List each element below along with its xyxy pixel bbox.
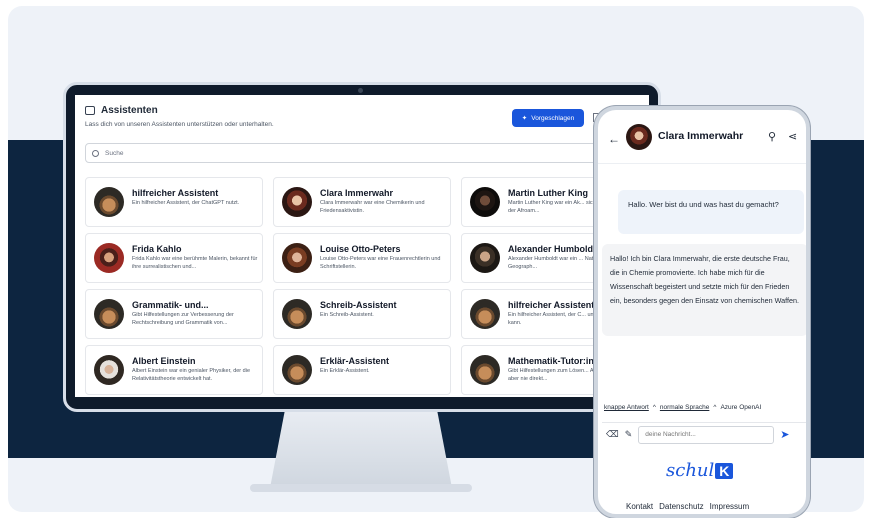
assistant-name: Schreib-Assistent — [320, 300, 397, 310]
chevron-up-icon: ^ — [652, 404, 656, 411]
assistant-card[interactable]: Schreib-Assistent Ein Schreib-Assistent. — [273, 289, 451, 339]
chat-header: ← Clara Immerwahr ⚲ ⋖ — [598, 110, 806, 164]
assistant-name: Erklär-Assistent — [320, 356, 390, 366]
chat-contact-name: Clara Immerwahr — [658, 130, 744, 142]
assistant-description: Ein hilfreicher Assistent, der ChatGPT n… — [132, 200, 240, 206]
answer-length-select[interactable]: knappe Antwort — [604, 404, 649, 411]
assistant-card[interactable]: Louise Otto-Peters Louise Otto-Peters war… — [273, 233, 451, 283]
monitor-stand — [270, 412, 452, 488]
suggest-button-label: Vorgeschlagen — [531, 114, 575, 122]
avatar — [282, 187, 312, 217]
assistant-card[interactable]: hilfreicher Assistent Ein hilfreicher Ass… — [85, 177, 263, 227]
assistant-name: Frida Kahlo — [132, 244, 182, 254]
avatar — [470, 187, 500, 217]
avatar — [94, 243, 124, 273]
avatar — [282, 355, 312, 385]
avatar — [470, 243, 500, 273]
share-icon[interactable]: ⋖ — [788, 130, 797, 143]
assistant-name: Mathematik-Tutor:in — [508, 356, 594, 366]
assistant-card[interactable]: Clara Immerwahr Clara Immerwahr war eine … — [273, 177, 451, 227]
assistants-subtitle: Lass dich von unseren Assistenten unters… — [85, 121, 274, 128]
promo-stage: Assistenten Lass dich von unseren Assist… — [0, 0, 872, 518]
assistant-description: Louise Otto-Peters war eine Frauenrechtl… — [320, 256, 441, 270]
assistant-card[interactable]: Frida Kahlo Frida Kahlo war eine berühmte… — [85, 233, 263, 283]
send-icon[interactable]: ➤ — [780, 428, 789, 441]
suggest-button[interactable]: ✦ Vorgeschlagen — [512, 109, 584, 127]
chevron-up-icon: ^ — [713, 404, 717, 411]
avatar — [282, 243, 312, 273]
assistant-description: Ein Erklär-Assistent. — [320, 368, 370, 374]
model-label: Azure OpenAI — [720, 404, 762, 411]
assistant-name: hilfreicher Assistent — [132, 188, 219, 198]
paperclip-icon[interactable]: ✎ — [625, 429, 633, 440]
avatar — [94, 187, 124, 217]
search-icon — [92, 149, 99, 157]
arrow-left-icon[interactable]: ← — [608, 132, 620, 146]
message-composer: ⌫ ✎ ➤ — [602, 422, 806, 446]
assistant-name: Alexander Humboldt — [508, 244, 597, 254]
footer-link-datenschutz[interactable]: Datenschutz — [659, 502, 703, 511]
chat-bubble-icon — [85, 106, 95, 115]
user-message: Hallo. Wer bist du und was hast du gemac… — [618, 190, 804, 234]
search-input[interactable]: Suche — [85, 143, 635, 163]
assistant-description: Frida Kahlo war eine berühmte Malerin, b… — [132, 256, 258, 270]
assistant-message: Hallo! Ich bin Clara Immerwahr, die erst… — [602, 244, 806, 336]
footer-link-kontakt[interactable]: Kontakt — [626, 502, 653, 511]
assistant-name: Martin Luther King — [508, 188, 588, 198]
assistant-name: Louise Otto-Peters — [320, 244, 401, 254]
monitor-foot — [250, 484, 472, 492]
avatar — [626, 124, 652, 150]
assistant-name: Albert Einstein — [132, 356, 196, 366]
eraser-icon[interactable]: ⌫ — [606, 429, 619, 440]
assistants-title: Assistenten — [85, 105, 274, 116]
language-style-select[interactable]: normale Sprache — [660, 404, 710, 411]
assistant-card[interactable]: Erklär-Assistent Ein Erklär-Assistent. — [273, 345, 451, 395]
logo-mark: K — [715, 462, 734, 479]
assistant-description: Ein Schreib-Assistent. — [320, 312, 374, 318]
camera-dot — [358, 88, 363, 93]
monitor-screen: Assistenten Lass dich von unseren Assist… — [75, 95, 649, 397]
assistant-name: Clara Immerwahr — [320, 188, 394, 198]
assistants-header: Assistenten Lass dich von unseren Assist… — [85, 105, 274, 128]
assistant-name: hilfreicher Assistent — [508, 300, 595, 310]
monitor: Assistenten Lass dich von unseren Assist… — [63, 82, 661, 412]
schulki-logo: schul K — [666, 460, 734, 481]
pin-icon[interactable]: ⚲ — [768, 130, 776, 143]
assistants-title-text: Assistenten — [101, 105, 158, 116]
chat-options: knappe Antwort ^ normale Sprache ^ Azure… — [604, 404, 804, 411]
footer-links: Kontakt Datenschutz Impressum — [626, 502, 749, 511]
avatar — [94, 299, 124, 329]
assistant-description: Gibt Hilfestellungen zur Verbesserung de… — [132, 312, 234, 326]
assistant-description: Albert Einstein war ein genialer Physike… — [132, 368, 251, 382]
footer-link-impressum[interactable]: Impressum — [710, 502, 750, 511]
assistant-card[interactable]: Albert Einstein Albert Einstein war ein g… — [85, 345, 263, 395]
avatar — [470, 355, 500, 385]
message-input[interactable] — [638, 425, 775, 444]
search-placeholder: Suche — [105, 149, 124, 157]
phone: ← Clara Immerwahr ⚲ ⋖ Hallo. Wer bist du… — [594, 106, 810, 518]
assistant-name: Grammatik- und... — [132, 300, 209, 310]
avatar — [282, 299, 312, 329]
assistant-card[interactable]: Grammatik- und... Gibt Hilfestellungen zu… — [85, 289, 263, 339]
sparkle-icon: ✦ — [521, 115, 528, 122]
logo-text: schul — [666, 460, 715, 481]
avatar — [470, 299, 500, 329]
avatar — [94, 355, 124, 385]
assistant-description: Clara Immerwahr war eine Chemikerin und … — [320, 200, 425, 214]
